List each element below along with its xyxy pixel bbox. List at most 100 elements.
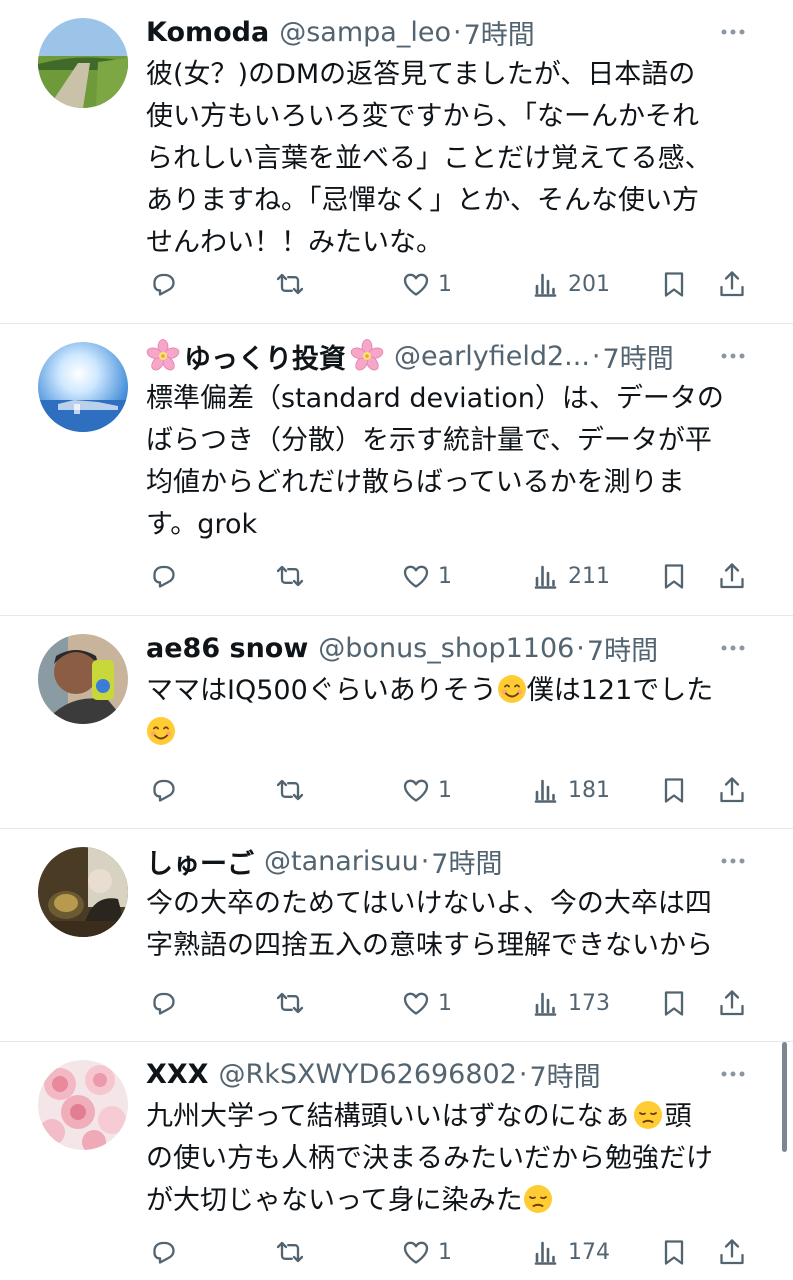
- view-count: 173: [568, 990, 610, 1016]
- avatar[interactable]: [38, 847, 128, 937]
- more-icon[interactable]: [713, 1056, 753, 1092]
- like-button[interactable]: 1: [400, 554, 452, 598]
- share-button[interactable]: [716, 554, 748, 598]
- more-icon[interactable]: [713, 630, 753, 666]
- user-handle[interactable]: @bonus_shop1106: [318, 633, 574, 664]
- like-button[interactable]: 1: [400, 262, 452, 306]
- avatar[interactable]: [38, 1060, 128, 1150]
- retweet-icon: [276, 565, 304, 587]
- avatar[interactable]: [38, 634, 128, 724]
- display-name[interactable]: ゆっくり投資: [184, 337, 346, 376]
- text-segment: 九州大学って結構頭いいはずなのになぁ: [146, 1101, 631, 1132]
- display-name[interactable]: しゅーご: [146, 842, 254, 881]
- text-line: 標準偏差（standard deviation）は、データの: [146, 383, 724, 414]
- text-segment: 頭: [664, 1101, 692, 1132]
- reply-icon: [153, 565, 175, 588]
- timestamp[interactable]: 7時間: [603, 337, 674, 376]
- text-line: の使い方も人柄で決まるみたいだから勉強だけ: [146, 1143, 713, 1174]
- timestamp[interactable]: 7時間: [431, 842, 502, 881]
- views-icon: [534, 779, 557, 803]
- bookmark-button[interactable]: [658, 1230, 690, 1274]
- views-button[interactable]: 174: [530, 1230, 610, 1274]
- timestamp[interactable]: 7時間: [529, 1055, 600, 1094]
- like-icon: [403, 779, 429, 802]
- like-count: 1: [438, 990, 452, 1016]
- separator: ·: [576, 632, 585, 664]
- user-handle[interactable]: @tanarisuu: [264, 846, 419, 877]
- share-icon: [720, 990, 744, 1016]
- action-bar: 1 174: [146, 1230, 753, 1274]
- more-icon[interactable]: [713, 843, 753, 879]
- retweet-button[interactable]: [274, 768, 306, 812]
- tweet-header: ゆっくり投資 @earlyfield2... · 7時間: [145, 336, 753, 376]
- reply-tweet[interactable]: しゅーご @tanarisuu · 7時間 今の大卒のためてはいけないよ、今の大…: [0, 829, 793, 1042]
- share-button[interactable]: [716, 1230, 748, 1274]
- views-button[interactable]: 173: [530, 981, 610, 1025]
- reply-tweet[interactable]: XXX @RkSXWYD62696802 · 7時間 九州大学って結構頭いいはず…: [0, 1042, 793, 1280]
- retweet-button[interactable]: [274, 262, 306, 306]
- reply-icon: [153, 779, 175, 802]
- reply-tweet[interactable]: Komoda @sampa_leo · 7時間 彼(女？)のDMの返答見てました…: [0, 0, 793, 324]
- share-button[interactable]: [716, 768, 748, 812]
- more-icon[interactable]: [713, 338, 753, 374]
- bookmark-button[interactable]: [658, 554, 690, 598]
- avatar[interactable]: [38, 342, 128, 432]
- action-bar: 1 181: [146, 768, 753, 812]
- text-segment: が大切じゃないって身に染みた: [146, 1185, 523, 1216]
- text-line: 均値からどれだけ散らばっているかを測りま: [146, 467, 685, 498]
- like-button[interactable]: 1: [400, 981, 452, 1025]
- reply-feed: Komoda @sampa_leo · 7時間 彼(女？)のDMの返答見てました…: [0, 0, 793, 1280]
- retweet-button[interactable]: [274, 554, 306, 598]
- views-button[interactable]: 181: [530, 768, 610, 812]
- timestamp[interactable]: 7時間: [464, 13, 535, 52]
- reply-button[interactable]: [146, 554, 178, 598]
- retweet-button[interactable]: [274, 1230, 306, 1274]
- reply-tweet[interactable]: ゆっくり投資 @earlyfield2... · 7時間 標準偏差（standa…: [0, 324, 793, 616]
- reply-icon: [153, 1241, 175, 1264]
- more-icon[interactable]: [713, 14, 753, 50]
- share-icon: [720, 563, 744, 589]
- reply-button[interactable]: [146, 1230, 178, 1274]
- timestamp[interactable]: 7時間: [587, 629, 658, 668]
- text-line: す。grok: [146, 509, 258, 540]
- user-handle[interactable]: @RkSXWYD62696802: [218, 1059, 516, 1090]
- reply-tweet[interactable]: ae86 snow @bonus_shop1106 · 7時間 ママはIQ500…: [0, 616, 793, 829]
- text-line: ありますね。「忌憚なく」とか、そんな使い方: [146, 185, 699, 216]
- smiling-face-emoji: [496, 674, 527, 704]
- cherry-blossom-icon: [349, 338, 385, 374]
- views-button[interactable]: 211: [530, 554, 610, 598]
- like-icon: [403, 1241, 429, 1264]
- scrollbar[interactable]: [782, 1042, 787, 1152]
- display-name[interactable]: ae86 snow: [146, 633, 308, 664]
- bookmark-button[interactable]: [658, 981, 690, 1025]
- like-button[interactable]: 1: [400, 1230, 452, 1274]
- retweet-icon: [276, 992, 304, 1014]
- views-icon: [534, 1241, 557, 1265]
- tweet-header: しゅーご @tanarisuu · 7時間: [146, 841, 753, 881]
- bookmark-button[interactable]: [658, 262, 690, 306]
- like-count: 1: [438, 271, 452, 297]
- user-handle[interactable]: @earlyfield2...: [394, 341, 590, 372]
- action-bar: 1 201: [146, 262, 753, 306]
- view-count: 181: [568, 777, 610, 803]
- tweet-text: ママはIQ500ぐらいありそう 僕は121でした: [146, 670, 758, 754]
- reply-button[interactable]: [146, 981, 178, 1025]
- retweet-button[interactable]: [274, 981, 306, 1025]
- bookmark-icon: [664, 778, 684, 803]
- share-button[interactable]: [716, 981, 748, 1025]
- display-name[interactable]: XXX: [146, 1059, 208, 1090]
- text-line: せんわい！！みたいな。: [146, 227, 443, 258]
- user-handle[interactable]: @sampa_leo: [279, 17, 451, 48]
- like-button[interactable]: 1: [400, 768, 452, 812]
- reply-button[interactable]: [146, 262, 178, 306]
- tweet-text: 彼(女？)のDMの返答見てましたが、日本語の 使い方もいろいろ変ですから、「なー…: [146, 54, 758, 264]
- bookmark-icon: [664, 564, 684, 589]
- avatar[interactable]: [38, 18, 128, 108]
- bookmark-button[interactable]: [658, 768, 690, 812]
- display-name[interactable]: Komoda: [146, 17, 269, 48]
- text-line: ばらつき（分散）を示す統計量で、データが平: [146, 425, 712, 456]
- text-segment: 僕は121でした: [526, 675, 714, 706]
- reply-button[interactable]: [146, 768, 178, 812]
- share-button[interactable]: [716, 262, 748, 306]
- views-button[interactable]: 201: [530, 262, 610, 306]
